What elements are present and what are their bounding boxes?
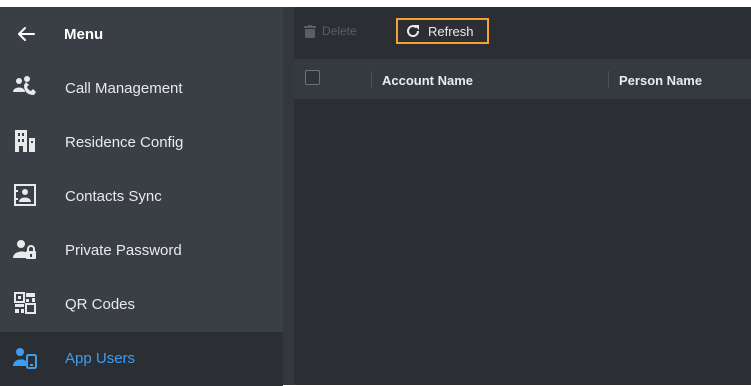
sidebar-item-label: App Users <box>65 350 136 367</box>
residence-config-icon <box>15 130 35 152</box>
sidebar-divider <box>283 7 294 385</box>
column-divider <box>371 71 372 88</box>
toolbar: Delete Refresh <box>294 7 751 54</box>
column-header-person-name[interactable]: Person Name <box>619 73 702 88</box>
sidebar-item-label: Contacts Sync <box>65 188 162 205</box>
menu-header: Menu <box>0 7 294 62</box>
column-divider <box>608 71 609 88</box>
select-all-checkbox[interactable] <box>305 70 320 85</box>
delete-button[interactable]: Delete <box>304 20 357 42</box>
sidebar: Menu Call Management Residence Config Co… <box>0 7 294 386</box>
sidebar-item-contacts-sync[interactable]: Contacts Sync <box>0 170 283 224</box>
refresh-icon <box>407 25 420 38</box>
table-body <box>294 100 751 385</box>
refresh-button[interactable]: Refresh <box>396 18 489 44</box>
app-users-icon <box>13 348 37 369</box>
sidebar-item-private-password[interactable]: Private Password <box>0 224 283 278</box>
call-management-icon <box>13 76 36 95</box>
sidebar-item-qr-codes[interactable]: QR Codes <box>0 278 283 332</box>
column-header-account-name[interactable]: Account Name <box>382 73 473 88</box>
trash-icon <box>304 24 316 38</box>
sidebar-item-call-management[interactable]: Call Management <box>0 62 283 116</box>
app-window: Menu Call Management Residence Config Co… <box>0 0 751 386</box>
private-password-icon <box>13 240 36 259</box>
contacts-sync-icon <box>14 184 36 206</box>
sidebar-item-residence-config[interactable]: Residence Config <box>0 116 283 170</box>
refresh-label: Refresh <box>428 23 474 39</box>
sidebar-item-app-users[interactable]: App Users <box>0 332 283 386</box>
sidebar-item-label: QR Codes <box>65 296 136 313</box>
delete-label: Delete <box>322 24 357 38</box>
qr-code-icon <box>14 292 36 314</box>
menu-title: Menu <box>64 26 104 43</box>
sidebar-item-label: Private Password <box>65 242 182 259</box>
sidebar-item-label: Residence Config <box>65 134 184 151</box>
main-panel: Delete Refresh Account Name Person Name <box>294 7 751 385</box>
sidebar-item-label: Call Management <box>65 80 183 97</box>
table-header: Account Name Person Name <box>294 59 751 100</box>
back-arrow-icon[interactable] <box>15 23 37 45</box>
